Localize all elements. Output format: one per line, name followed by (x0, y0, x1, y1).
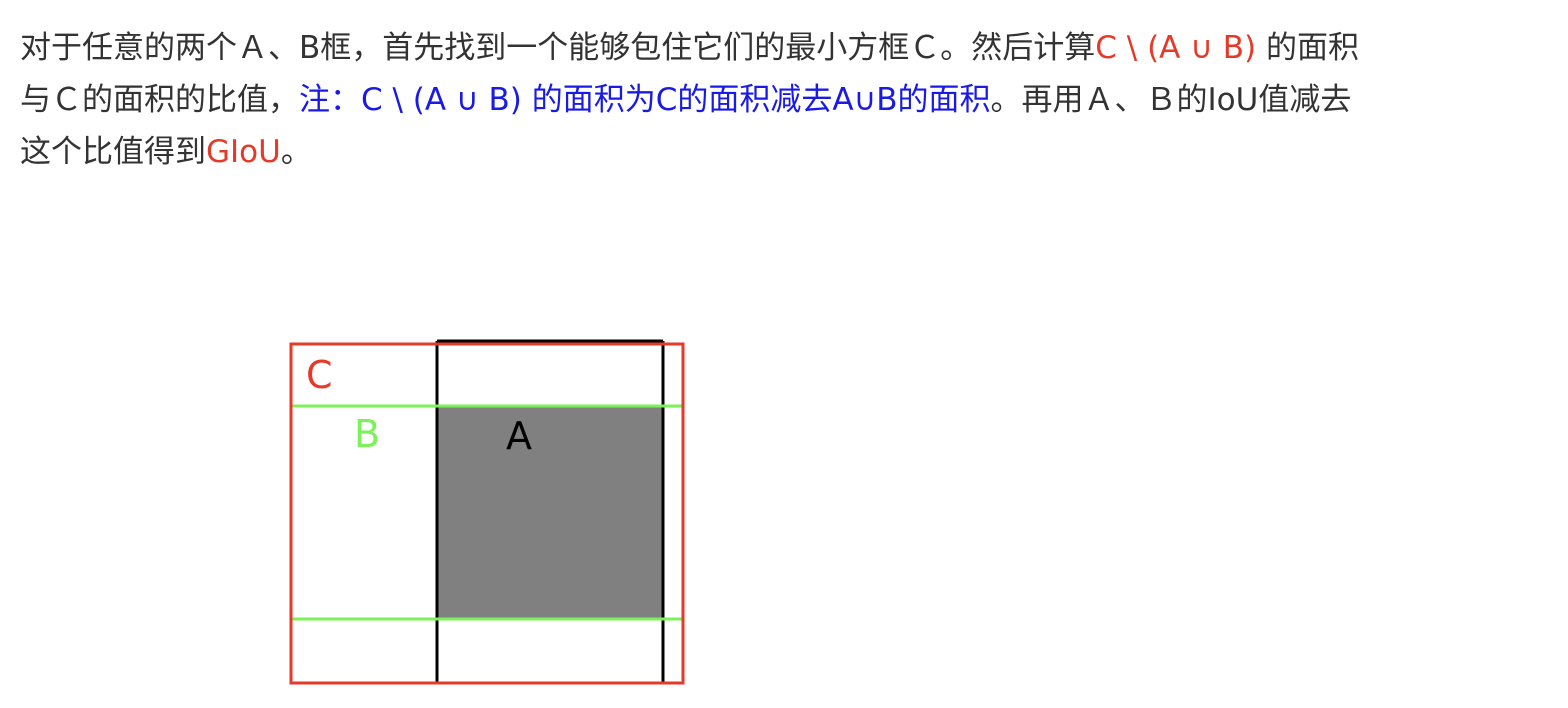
label-b: B (354, 412, 380, 456)
intersection-region (437, 406, 663, 619)
label-a: A (506, 414, 532, 458)
giou-diagram: C B A (289, 339, 685, 685)
label-c: C (306, 353, 333, 397)
